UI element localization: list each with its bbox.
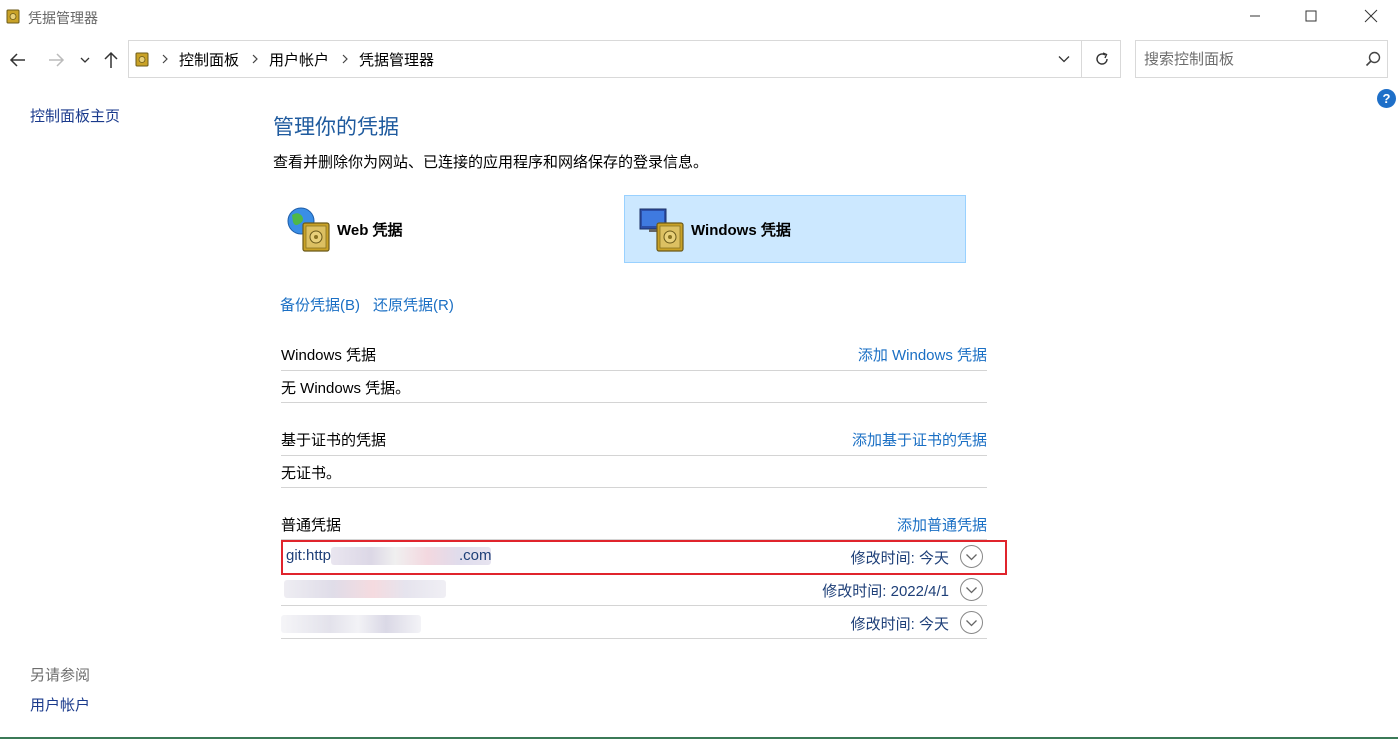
control-panel-home-link[interactable]: 控制面板主页 <box>30 105 120 126</box>
arrow-left-icon <box>9 53 25 67</box>
see-also-label: 另请参阅 <box>30 667 91 684</box>
divider <box>281 605 987 606</box>
search-box[interactable] <box>1135 40 1388 78</box>
certificate-credentials-section-header: 基于证书的凭据 添加基于证书的凭据 <box>281 429 987 451</box>
generic-credentials-section-header: 普通凭据 添加普通凭据 <box>281 514 987 536</box>
chevron-right-icon[interactable] <box>341 54 349 64</box>
divider <box>281 455 987 456</box>
section-title: Windows 凭据 <box>281 347 377 364</box>
address-bar[interactable]: 控制面板 用户帐户 凭据管理器 <box>128 40 1121 78</box>
breadcrumb: 控制面板 用户帐户 凭据管理器 <box>135 41 434 77</box>
back-button[interactable] <box>7 50 29 70</box>
divider <box>281 370 987 371</box>
arrow-right-icon <box>49 53 65 67</box>
credential-modified: 修改时间: 今天 <box>850 616 949 633</box>
restore-credentials-link[interactable]: 还原凭据(R) <box>373 294 454 315</box>
chevron-right-icon[interactable] <box>161 54 169 64</box>
address-dropdown-button[interactable] <box>1047 41 1081 77</box>
expand-circle-icon[interactable] <box>959 610 984 635</box>
add-windows-credential-link[interactable]: 添加 Windows 凭据 <box>858 344 987 365</box>
arrow-up-icon <box>104 51 118 68</box>
minimize-button[interactable] <box>1232 0 1278 32</box>
add-generic-credential-link[interactable]: 添加普通凭据 <box>897 514 987 535</box>
breadcrumb-user-accounts[interactable]: 用户帐户 <box>269 49 329 70</box>
page-description: 查看并删除你为网站、已连接的应用程序和网络保存的登录信息。 <box>273 154 709 171</box>
redacted-text <box>284 580 446 598</box>
close-button[interactable] <box>1348 0 1394 32</box>
windows-credentials-empty-text: 无 Windows 凭据。 <box>281 380 411 397</box>
chevron-down-icon <box>1058 56 1070 63</box>
web-credentials-label: Web 凭据 <box>337 221 403 239</box>
breadcrumb-control-panel[interactable]: 控制面板 <box>179 49 239 70</box>
credential-row[interactable]: 修改时间: 2022/4/1 <box>281 574 987 606</box>
credential-row[interactable]: 修改时间: 今天 <box>281 607 987 639</box>
backup-credentials-link[interactable]: 备份凭据(B) <box>280 294 360 315</box>
refresh-button[interactable] <box>1081 41 1121 77</box>
search-input[interactable] <box>1144 49 1349 69</box>
certificate-empty-text: 无证书。 <box>281 465 342 482</box>
add-certificate-credential-link[interactable]: 添加基于证书的凭据 <box>852 429 987 450</box>
user-accounts-link[interactable]: 用户帐户 <box>30 694 90 715</box>
divider <box>281 638 987 639</box>
windows-credentials-tab[interactable]: Windows 凭据 <box>624 195 966 263</box>
redacted-text <box>281 615 421 633</box>
section-title: 普通凭据 <box>281 517 342 534</box>
window-title: 凭据管理器 <box>28 10 98 26</box>
windows-credential-vault-icon <box>637 203 689 255</box>
windows-credentials-section-header: Windows 凭据 添加 Windows 凭据 <box>281 344 987 366</box>
credential-modified: 修改时间: 2022/4/1 <box>822 583 949 600</box>
web-credentials-tab[interactable]: Web 凭据 <box>283 195 603 263</box>
chevron-right-icon[interactable] <box>251 54 259 64</box>
highlight-annotation-box <box>281 540 1007 575</box>
vault-icon <box>135 52 149 67</box>
search-icon[interactable] <box>1364 50 1382 68</box>
help-button[interactable]: ? <box>1377 89 1396 108</box>
divider <box>281 402 987 403</box>
chevron-down-icon <box>80 57 90 63</box>
page-title: 管理你的凭据 <box>273 116 399 139</box>
expand-circle-icon[interactable] <box>959 577 984 602</box>
up-button[interactable] <box>100 50 122 70</box>
divider <box>281 487 987 488</box>
windows-credentials-label: Windows 凭据 <box>691 221 791 239</box>
recent-locations-button[interactable] <box>75 50 95 70</box>
refresh-icon <box>1095 52 1108 65</box>
title-bar: 凭据管理器 <box>0 0 1398 32</box>
section-title: 基于证书的凭据 <box>281 432 387 449</box>
forward-button[interactable] <box>45 50 67 70</box>
maximize-button[interactable] <box>1288 0 1334 32</box>
vault-icon <box>6 9 20 24</box>
web-credential-vault-icon <box>283 203 335 255</box>
breadcrumb-credential-manager[interactable]: 凭据管理器 <box>359 49 434 70</box>
